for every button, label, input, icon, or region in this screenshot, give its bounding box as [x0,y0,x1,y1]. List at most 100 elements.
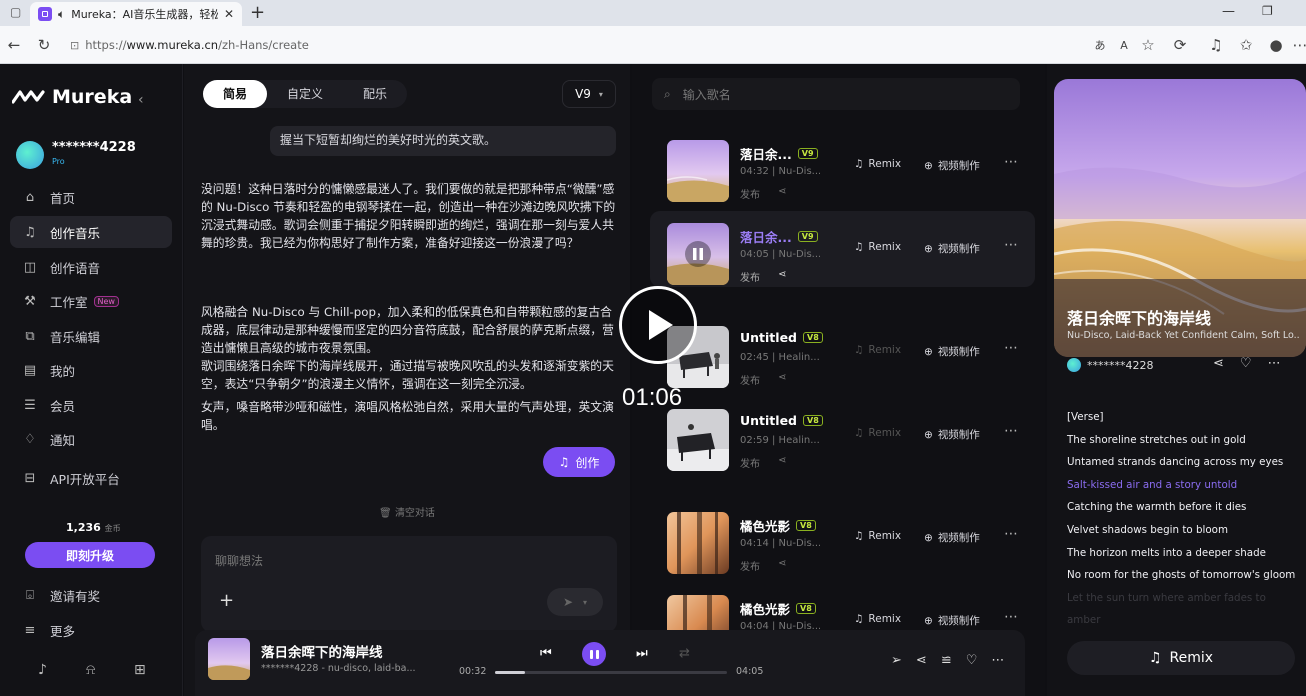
share-icon[interactable]: ⋖ [778,186,786,201]
song-cover[interactable] [667,140,729,202]
avatar[interactable] [16,141,44,169]
player-cover[interactable] [208,638,250,680]
favorite-star-icon[interactable]: ☆ [1138,35,1158,55]
sidebar-item-home[interactable]: ⌂ 首页 [10,181,172,213]
song-row[interactable]: Untitled V8 02:59 | Healin... 发布 ⋖ ♫ Remix … [650,397,1035,473]
sidebar-item-create-voice[interactable]: ◫ 创作语音 [10,251,172,283]
heart-icon[interactable]: ♡ [1240,356,1252,371]
version-select[interactable]: V9 ▾ [562,80,616,108]
song-cover[interactable] [667,409,729,471]
sidebar-item-studio[interactable]: ⚒ 工作室 New [10,285,172,317]
minimize-icon[interactable]: — [1222,4,1235,19]
url-field[interactable]: ⊡ https://www.mureka.cn/zh-Hans/create [62,33,1102,57]
remix-button[interactable]: ♫ Remix [854,530,901,542]
sidebar-item-invite[interactable]: ⌻ 邀请有奖 [10,579,172,611]
video-make-button[interactable]: ⊕ 视频制作 [924,344,980,359]
back-icon[interactable]: ← [4,35,24,55]
extensions-icon[interactable]: ⟳ [1170,35,1190,55]
discord-icon[interactable]: ⍾ [86,662,95,678]
song-cover[interactable] [667,595,729,633]
upgrade-button[interactable]: 即刻升级 [25,542,155,568]
song-row[interactable]: 落日余... V9 04:05 | Nu-Dis... 发布 ⋖ ♫ Remix ⊕ 视… [650,211,1035,287]
video-make-button[interactable]: ⊕ 视频制作 [924,530,980,545]
publish-button[interactable]: 发布 [740,558,760,573]
sidebar-item-mine[interactable]: ▤ 我的 [10,354,172,386]
collections-icon[interactable]: ✩ [1236,35,1256,55]
share-icon[interactable]: ⋖ [916,653,927,668]
chat-input[interactable]: 聊聊想法 [215,552,263,569]
more-icon[interactable]: ⋯ [1004,237,1018,253]
repeat-icon[interactable]: ⇄ [679,646,690,661]
tab-simple[interactable]: 简易 [203,80,268,108]
remix-button[interactable]: ♫ Remix [854,241,901,253]
restore-icon[interactable]: ❐ [1262,4,1273,18]
video-make-button[interactable]: ⊕ 视频制作 [924,241,980,256]
share-icon[interactable]: ⋖ [778,455,786,470]
send-icon[interactable]: ➢ [891,653,902,668]
video-play-button[interactable] [619,286,697,364]
song-cover[interactable] [667,223,729,285]
more-icon[interactable]: ⋯ [1004,423,1018,439]
video-make-button[interactable]: ⊕ 视频制作 [924,613,980,628]
publish-button[interactable]: 发布 [740,372,760,387]
video-make-button[interactable]: ⊕ 视频制作 [924,427,980,442]
browser-menu-icon[interactable]: ⋯ [1290,35,1306,55]
song-cover[interactable] [667,512,729,574]
share-icon[interactable]: ⋖ [1213,356,1224,371]
browser-tab[interactable]: 🔈︎ Mureka：AI音乐生成器，轻松 ✕ [30,2,242,26]
remix-button[interactable]: ♫ Remix [854,158,901,170]
share-icon[interactable]: ⋖ [778,372,786,387]
share-icon[interactable]: ⋖ [778,269,786,284]
collapse-sidebar-icon[interactable]: ‹ [138,92,144,108]
heart-icon[interactable]: ♡ [966,653,978,668]
logo[interactable]: Mureka [12,86,132,108]
song-search-input[interactable]: ⌕ 输入歌名 [652,78,1020,110]
sidebar-item-member[interactable]: ☰ 会员 [10,389,172,421]
sidebar-item-more[interactable]: ≡ 更多 [10,614,172,646]
more-icon[interactable]: ⋯ [1004,340,1018,356]
share-icon[interactable]: ⋖ [778,558,786,573]
remix-button[interactable]: ♫ Remix [854,427,901,439]
song-row[interactable]: 落日余... V9 04:32 | Nu-Dis... 发布 ⋖ ♫ Remix ⊕ 视… [650,128,1035,204]
pause-button[interactable] [582,642,606,666]
bilibili-icon[interactable]: ⊞ [134,662,146,678]
more-icon[interactable]: ⋯ [1004,526,1018,542]
publish-button[interactable]: 发布 [740,269,760,284]
send-button[interactable]: ➤ ▾ [547,588,603,616]
song-row[interactable]: 橘色光影 V8 04:14 | Nu-Dis... 发布 ⋖ ♫ Remix ⊕ 视频制… [650,500,1035,576]
song-row[interactable]: 橘色光影 V8 04:04 | Nu-Dis... ♫ Remix ⊕ 视频制作 ⋯ [650,583,1035,633]
clear-chat-button[interactable]: 🗑︎ 清空对话 [184,504,630,519]
sidebar-item-music-edit[interactable]: ⧉ 音乐编辑 [10,320,172,352]
refresh-icon[interactable]: ↻ [34,35,54,55]
publish-button[interactable]: 发布 [740,455,760,470]
create-button[interactable]: ♫ 创作 [543,447,615,477]
video-make-button[interactable]: ⊕ 视频制作 [924,158,980,173]
chat-input-box[interactable]: 聊聊想法 + ➤ ▾ [201,536,617,632]
previous-icon[interactable]: ⏮︎ [540,646,552,661]
remix-button[interactable]: ♫ Remix [854,613,901,625]
next-icon[interactable]: ⏭︎ [636,646,648,661]
add-attachment-icon[interactable]: + [219,590,234,611]
tab-custom[interactable]: 自定义 [267,80,343,108]
new-tab-button[interactable]: + [250,2,265,23]
detail-author[interactable]: *******4228 [1067,358,1154,372]
more-icon[interactable]: ⋯ [1268,356,1281,371]
more-icon[interactable]: ⋯ [1004,154,1018,170]
sidebar-item-create-music[interactable]: ♫ 创作音乐 [10,216,172,248]
remix-button[interactable]: ♫ Remix [854,344,901,356]
sidebar-item-api[interactable]: ⊟ API开放平台 [10,462,172,494]
media-icon[interactable]: ♫ [1206,35,1226,55]
playlist-icon[interactable]: ≌ [941,653,952,668]
detail-remix-button[interactable]: ♫ Remix [1067,641,1295,675]
tiktok-icon[interactable]: ♪ [38,662,47,678]
song-row[interactable]: Untitled V8 02:45 | Healin... 发布 ⋖ ♫ Remix … [650,314,1035,390]
sidebar-item-notifications[interactable]: ♢ 通知 [10,423,172,455]
close-tab-icon[interactable]: ✕ [224,7,234,21]
translate-icon[interactable]: あ [1090,35,1110,55]
speaker-icon[interactable]: 🔈︎ [58,7,65,22]
profile-icon[interactable]: ● [1266,35,1286,55]
more-icon[interactable]: ⋯ [1004,609,1018,625]
tab-soundtrack[interactable]: 配乐 [343,80,407,108]
more-icon[interactable]: ⋯ [991,653,1004,668]
progress-bar[interactable] [495,671,727,674]
